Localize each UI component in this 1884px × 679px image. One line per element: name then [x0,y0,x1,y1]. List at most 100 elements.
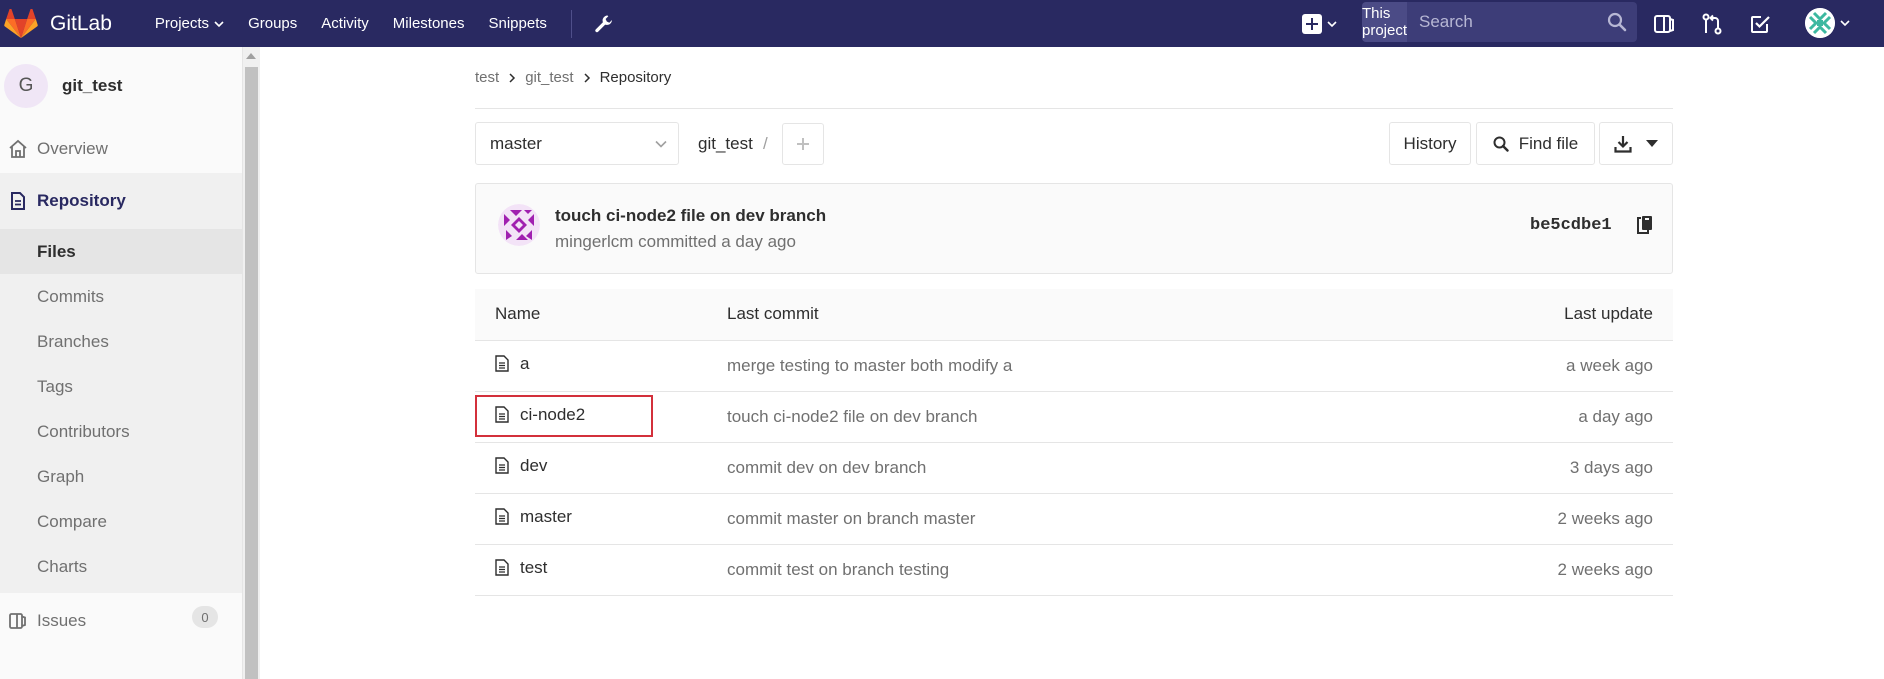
project-name: git_test [62,76,123,95]
file-link[interactable]: test [495,558,547,578]
find-file-button[interactable]: Find file [1476,122,1595,165]
commit-message-link[interactable]: touch ci-node2 file on dev branch [727,407,977,426]
breadcrumb: test git_test Repository [475,47,1673,109]
table-row: test commit test on branch testing 2 wee… [475,544,1673,596]
file-name-cell: dev [475,442,727,494]
file-link[interactable]: master [495,507,572,527]
breadcrumb-item-current[interactable]: Repository [600,69,672,86]
last-commit-panel: touch ci-node2 file on dev branch minger… [475,183,1673,274]
history-button[interactable]: History [1389,122,1471,165]
breadcrumb-item-group[interactable]: test [475,69,499,86]
scroll-up-arrow-icon[interactable] [246,53,256,59]
file-name: ci-node2 [520,404,586,424]
chevron-down-icon [214,20,224,27]
path-root-link[interactable]: git_test [698,134,753,154]
table-row: dev commit dev on dev branch 3 days ago [475,442,1673,494]
file-name: master [520,506,572,526]
path-separator: / [763,134,768,153]
file-icon [495,559,509,576]
last-commit-title[interactable]: touch ci-node2 file on dev branch [555,206,826,226]
user-menu[interactable] [1805,8,1850,38]
file-name-cell: ci-node2 [475,391,727,443]
search-icon[interactable] [1607,12,1627,32]
new-dropdown-toggle[interactable] [1302,13,1337,34]
new-dropdown[interactable] [1302,0,1337,47]
sidebar-item-label: Overview [37,139,108,158]
merge-request-icon[interactable] [1700,12,1724,36]
nav-divider [570,9,572,38]
nav-projects[interactable]: Projects [155,15,224,32]
search-scope-badge[interactable]: This project [1362,2,1407,42]
table-row: ci-node2 touch ci-node2 file on dev bran… [475,391,1673,443]
commit-message-link[interactable]: commit test on branch testing [727,560,949,579]
sidebar-item-overview[interactable]: Overview [0,125,242,173]
tree-controls: master git_test / History Find file [475,109,1673,183]
todo-check-icon[interactable] [1748,12,1772,36]
file-link[interactable]: ci-node2 [495,405,585,425]
file-link[interactable]: a [495,354,529,374]
table-row: a merge testing to master both modify a … [475,340,1673,392]
nav-snippets[interactable]: Snippets [488,15,546,32]
file-icon [495,457,509,474]
commit-message-link[interactable]: commit dev on dev branch [727,458,926,477]
breadcrumb-item-project[interactable]: git_test [525,69,573,86]
copy-clipboard-icon[interactable] [1636,215,1654,235]
sidebar-subitem-tags[interactable]: Tags [0,364,242,409]
file-icon [495,355,509,372]
chevron-down-icon [1840,20,1850,27]
branch-selector-value: master [490,133,542,153]
sidebar-subitem-charts[interactable]: Charts [0,544,242,589]
last-update-cell: a week ago [1393,340,1673,392]
main-nav: Projects Groups Activity Milestones Snip… [155,0,614,47]
last-commit-cell: commit test on branch testing [727,544,1393,596]
nav-activity[interactable]: Activity [321,15,369,32]
file-link[interactable]: dev [495,456,547,476]
table-header-row: Name Last commit Last update [475,289,1673,341]
nav-groups[interactable]: Groups [248,15,297,32]
sidebar-subitem-graph[interactable]: Graph [0,454,242,499]
sidebar-project-header[interactable]: G git_test [0,47,242,125]
admin-wrench-icon[interactable] [594,14,614,34]
file-name-cell: a [475,340,727,392]
sidebar-subitem-contributors[interactable]: Contributors [0,409,242,454]
scrollbar-thumb[interactable] [245,67,258,679]
file-name: a [520,353,530,373]
project-avatar: G [4,64,48,108]
file-name-cell: test [475,544,727,596]
file-name-cell: master [475,493,727,545]
issues-icon[interactable] [1652,12,1676,36]
branch-selector[interactable]: master [475,122,679,165]
file-name: dev [520,455,548,475]
column-header-last-update: Last update [1393,289,1673,341]
sidebar-item-issues[interactable]: Issues 0 [0,593,242,649]
commit-message-link[interactable]: commit master on branch master [727,509,975,528]
sidebar-subitem-branches[interactable]: Branches [0,319,242,364]
file-tree-table: Name Last commit Last update a merge tes… [475,289,1673,596]
commit-author-avatar[interactable] [498,204,540,246]
chevron-right-icon [584,72,590,83]
column-header-name: Name [475,289,727,341]
gitlab-home-link[interactable]: GitLab [4,0,112,47]
document-icon [11,192,25,210]
plus-icon [1302,13,1322,34]
sidebar-item-repository[interactable]: Repository [0,173,242,229]
nav-milestones[interactable]: Milestones [393,15,465,32]
sidebar-scrollbar[interactable] [243,47,260,679]
add-to-tree-button[interactable] [782,123,824,165]
sidebar-subitem-files[interactable]: Files [0,229,242,274]
gitlab-logo-icon [4,8,38,38]
file-icon [495,508,509,525]
sidebar-subitem-commits[interactable]: Commits [0,274,242,319]
last-update-cell: 2 weeks ago [1393,493,1673,545]
download-dropdown-button[interactable] [1599,122,1673,165]
search-input[interactable] [1407,2,1637,42]
commit-sha[interactable]: be5cdbe1 [1530,216,1612,235]
home-icon [9,139,27,158]
brand-name: GitLab [50,11,112,35]
sidebar-subitem-compare[interactable]: Compare [0,499,242,544]
search-icon [1493,136,1509,152]
last-commit-cell: touch ci-node2 file on dev branch [727,391,1393,443]
last-update-cell: a day ago [1393,391,1673,443]
caret-down-icon [1646,139,1658,147]
commit-message-link[interactable]: merge testing to master both modify a [727,356,1012,375]
